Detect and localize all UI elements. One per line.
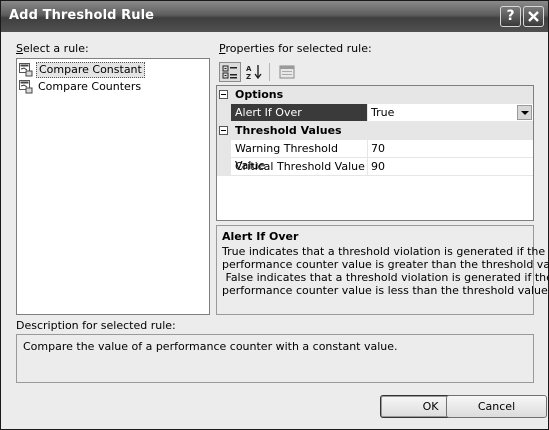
collapse-icon[interactable]	[219, 126, 228, 135]
cancel-button[interactable]: Cancel	[446, 395, 547, 418]
rule-item-compare-constant[interactable]: Compare Constant	[19, 62, 145, 78]
critical-threshold-field[interactable]: 90	[368, 158, 533, 176]
categorized-view-button[interactable]	[219, 62, 241, 82]
add-threshold-rule-dialog: Add Threshold Rule ? Select a rule: Comp…	[0, 0, 549, 430]
property-pages-icon	[279, 65, 295, 79]
property-grid-toolbar: A Z	[219, 62, 300, 82]
warning-threshold-field[interactable]: 70	[368, 140, 533, 158]
alphabetical-sort-button[interactable]: A Z	[243, 62, 265, 82]
row-gutter	[217, 158, 231, 176]
close-icon	[528, 11, 539, 22]
property-pages-button[interactable]	[276, 62, 298, 82]
property-help-panel: Alert If Over True indicates that a thre…	[216, 225, 549, 315]
svg-text:A: A	[246, 65, 252, 73]
help-text-line: performance counter value is greater tha…	[222, 258, 549, 271]
property-name[interactable]: Warning Threshold Value	[231, 140, 368, 172]
property-row-critical-threshold[interactable]: Critical Threshold Value 90	[217, 158, 533, 176]
close-button[interactable]	[523, 6, 544, 27]
property-row-warning-threshold[interactable]: Warning Threshold Value 70	[217, 140, 533, 172]
help-text-line: False indicates that a threshold violati…	[222, 271, 549, 284]
help-title: Alert If Over	[222, 230, 299, 243]
help-text-line: performance counter value is less than t…	[222, 284, 549, 297]
rule-icon	[19, 63, 33, 77]
properties-label: Properties for selected rule:	[219, 42, 372, 55]
rule-list[interactable]: Compare Constant Compare Counters	[16, 58, 210, 315]
category-label: Threshold Values	[235, 124, 342, 137]
rule-icon	[19, 80, 33, 94]
title-bar: Add Threshold Rule ?	[1, 1, 548, 32]
collapse-icon[interactable]	[219, 90, 228, 99]
select-rule-label: Select a rule:	[16, 42, 89, 55]
rule-item-compare-counters[interactable]: Compare Counters	[19, 79, 143, 95]
svg-text:Z: Z	[246, 73, 251, 81]
description-text: Compare the value of a performance count…	[16, 334, 534, 383]
property-name[interactable]: Critical Threshold Value	[231, 158, 368, 176]
row-gutter	[217, 104, 231, 122]
dialog-title: Add Threshold Rule	[9, 8, 155, 23]
toolbar-separator	[269, 63, 270, 81]
property-row-alert-if-over[interactable]: Alert If Over True	[217, 104, 533, 122]
rule-item-label: Compare Constant	[36, 62, 145, 78]
alert-if-over-select[interactable]: True	[368, 104, 533, 122]
alphabetical-sort-icon: A Z	[246, 65, 262, 81]
help-text-line: True indicates that a threshold violatio…	[222, 245, 546, 258]
category-label: Options	[235, 88, 284, 101]
property-value: True	[371, 106, 395, 119]
rule-item-label: Compare Counters	[38, 80, 142, 93]
description-label: Description for selected rule:	[16, 319, 176, 332]
property-name[interactable]: Alert If Over	[231, 104, 368, 122]
categorized-view-icon	[222, 65, 237, 79]
property-grid[interactable]: Options Alert If Over True Threshold Val…	[216, 85, 534, 221]
chevron-down-icon[interactable]	[517, 105, 532, 120]
category-threshold-values[interactable]: Threshold Values	[217, 122, 533, 140]
row-gutter	[217, 140, 231, 158]
help-button[interactable]: ?	[500, 6, 521, 27]
category-options[interactable]: Options	[217, 86, 533, 104]
